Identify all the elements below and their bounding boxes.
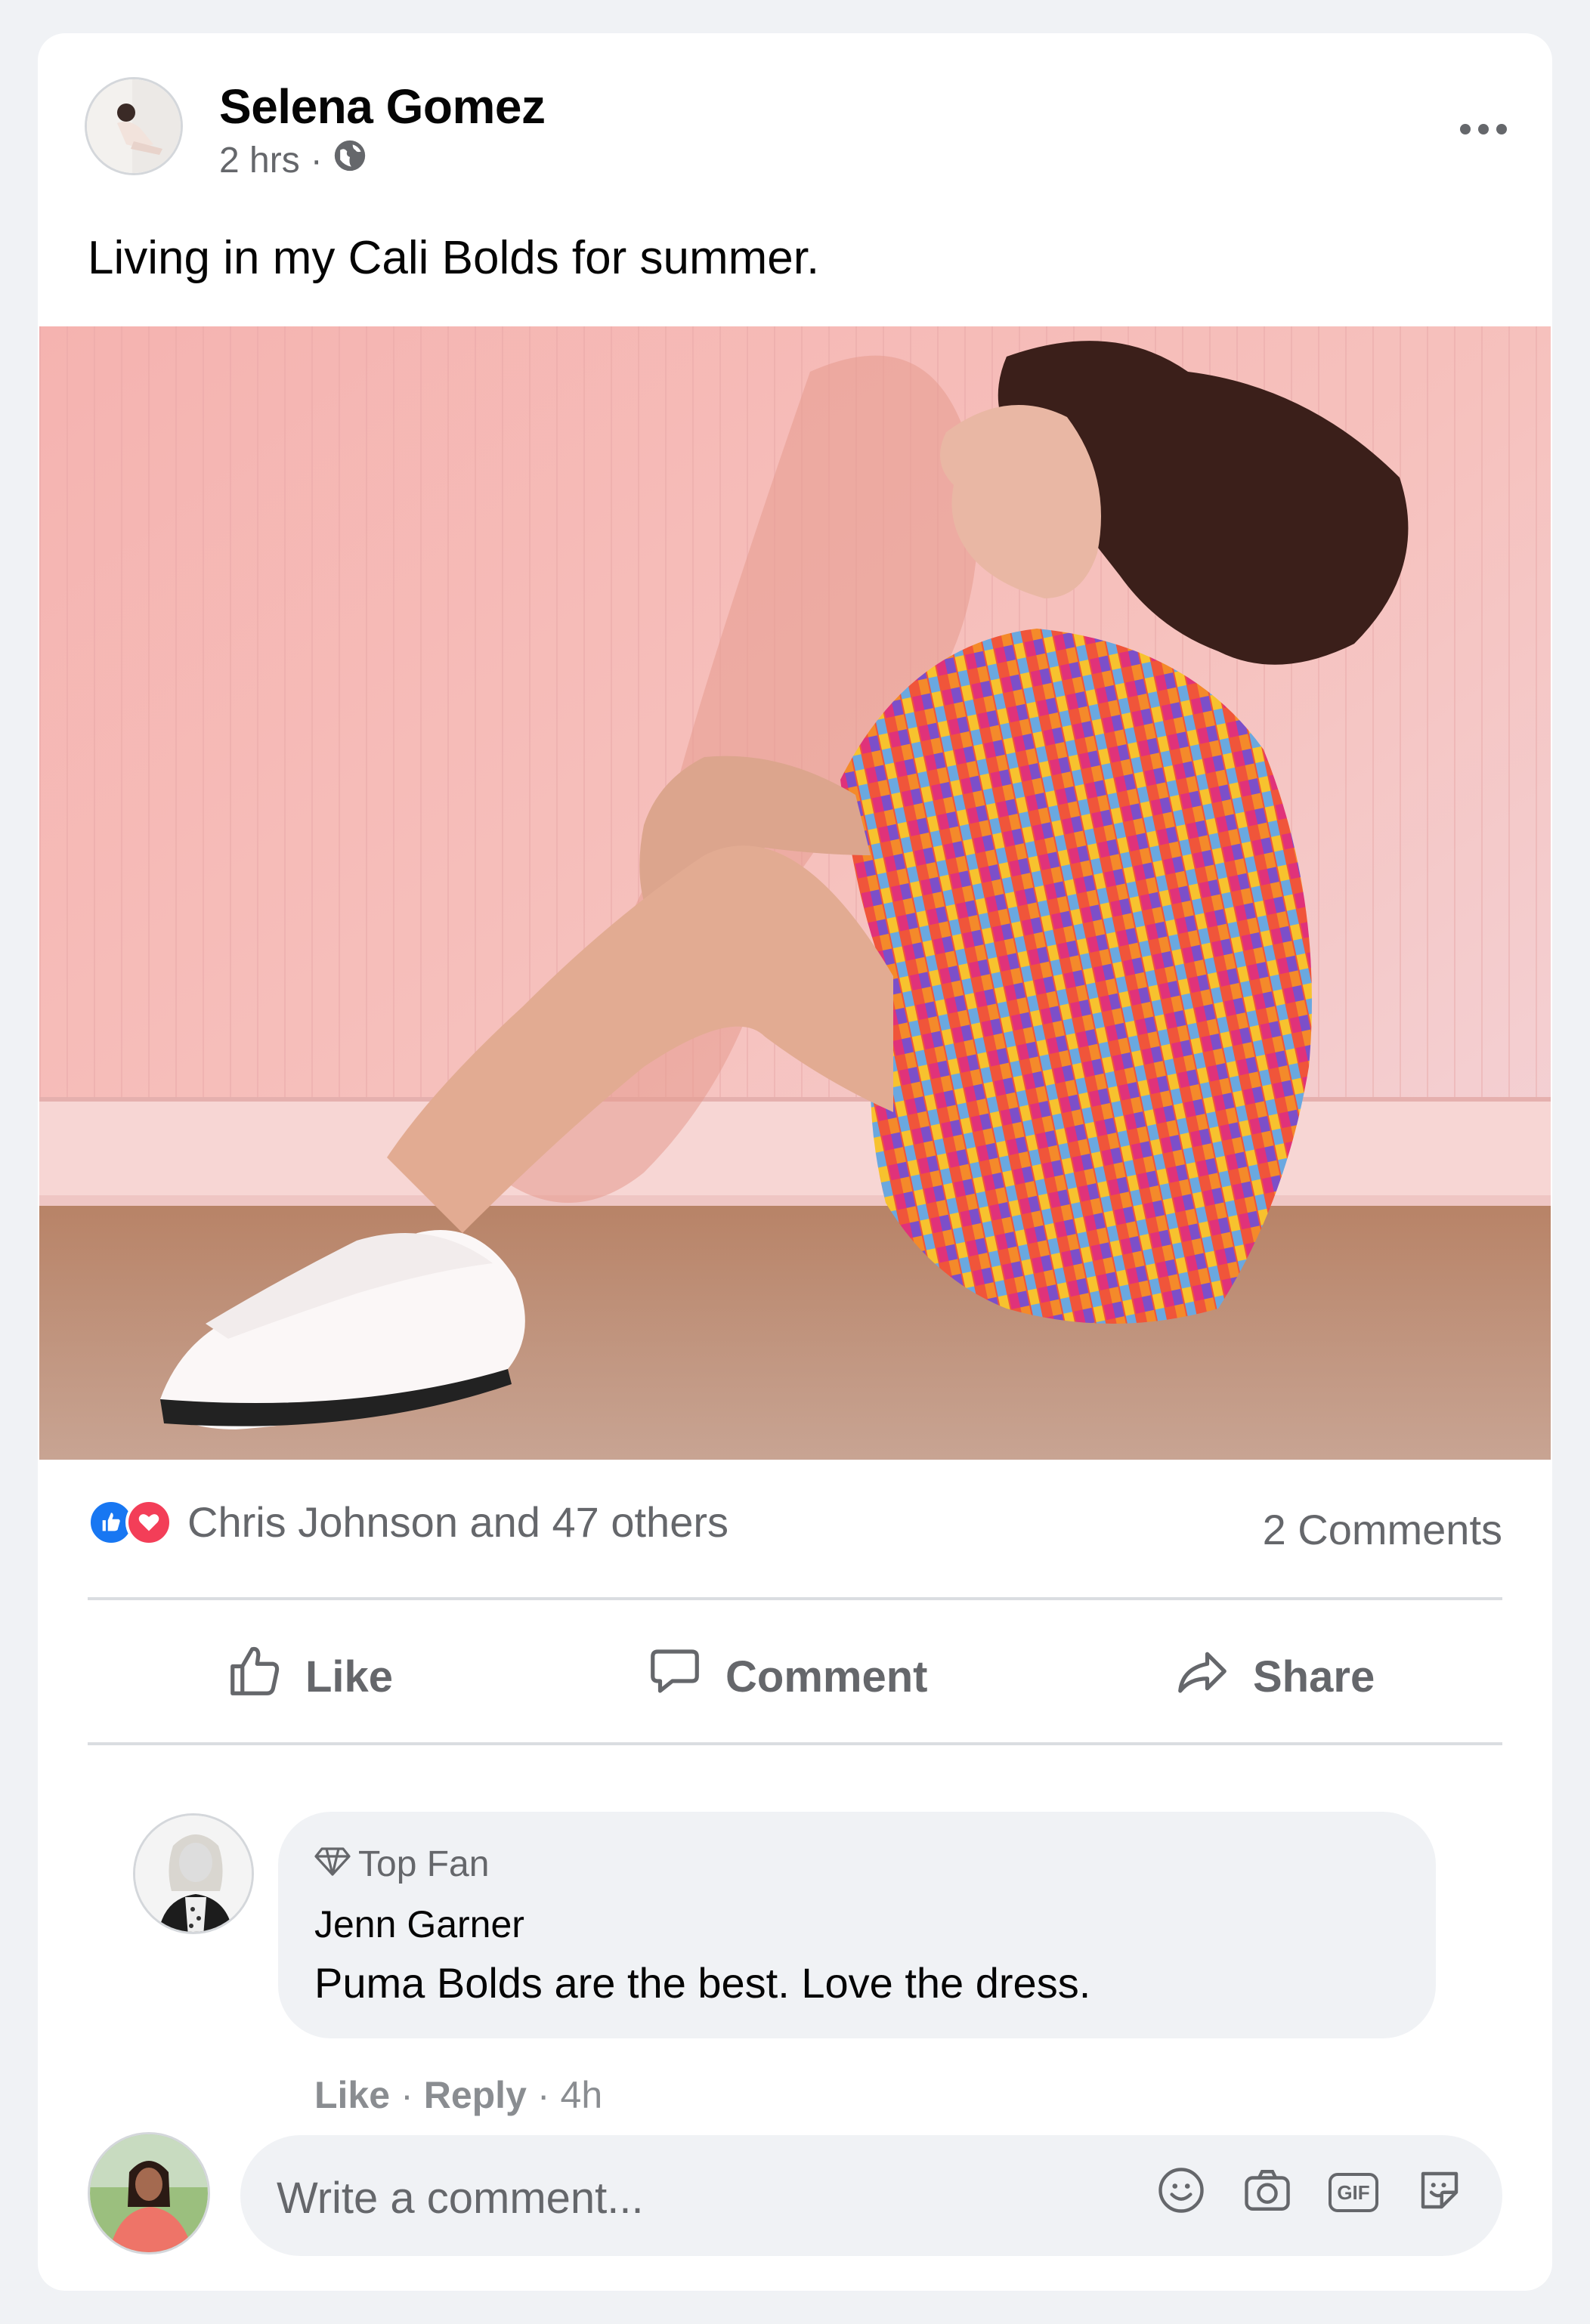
commenter-avatar[interactable] [133,1813,254,1934]
divider-top [88,1597,1502,1600]
composer-icons: GIF [1156,2165,1465,2219]
share-button[interactable]: Share [1173,1635,1375,1718]
camera-icon[interactable] [1242,2165,1292,2219]
author-name[interactable]: Selena Gomez [219,79,546,134]
like-button[interactable]: Like [225,1635,393,1718]
smiley-icon[interactable] [1156,2165,1206,2219]
reactions-summary[interactable]: Chris Johnson and 47 others [88,1497,728,1547]
share-label: Share [1253,1652,1375,1701]
comment-meta-sep: · [537,2074,550,2116]
post-photo[interactable] [39,326,1551,1460]
sticker-icon[interactable] [1415,2165,1465,2219]
love-reaction-icon [125,1498,172,1546]
divider-bottom [88,1742,1502,1745]
comment-meta-sep: · [401,2074,413,2116]
share-arrow-icon [1173,1642,1232,1711]
post-text: Living in my Cali Bolds for summer. [88,232,820,284]
post-card: Selena Gomez 2 hrs · Living in my Cali B… [38,33,1552,2291]
gif-icon[interactable]: GIF [1329,2172,1378,2212]
top-fan-label: Top Fan [358,1844,490,1884]
top-fan-badge: Top Fan [314,1843,489,1885]
more-options-icon[interactable] [1460,124,1507,134]
like-label: Like [305,1652,394,1701]
meta-separator: · [310,140,323,181]
current-user-avatar[interactable] [88,2132,210,2254]
comment-actions: Like · Reply · 4h [314,2073,602,2117]
reactions-text[interactable]: Chris Johnson and 47 others [187,1497,728,1547]
globe-icon [333,139,367,181]
comment-label: Comment [725,1652,928,1701]
author-avatar[interactable] [85,77,183,175]
diamond-icon [314,1843,351,1885]
comments-count[interactable]: 2 Comments [1263,1505,1502,1554]
comment-reply-link[interactable]: Reply [424,2073,527,2117]
comment-button[interactable]: Comment [645,1635,927,1718]
post-time[interactable]: 2 hrs [219,140,300,181]
comment-input-placeholder[interactable]: Write a comment... [277,2173,644,2224]
comment-time[interactable]: 4h [561,2073,603,2117]
post-meta: 2 hrs · [219,139,367,181]
comment-like-link[interactable]: Like [314,2073,390,2117]
speech-bubble-icon [645,1642,704,1711]
comment-text: Puma Bolds are the best. Love the dress. [314,1959,1091,2007]
thumbs-up-icon [225,1642,284,1711]
commenter-name[interactable]: Jenn Garner [314,1902,524,1946]
